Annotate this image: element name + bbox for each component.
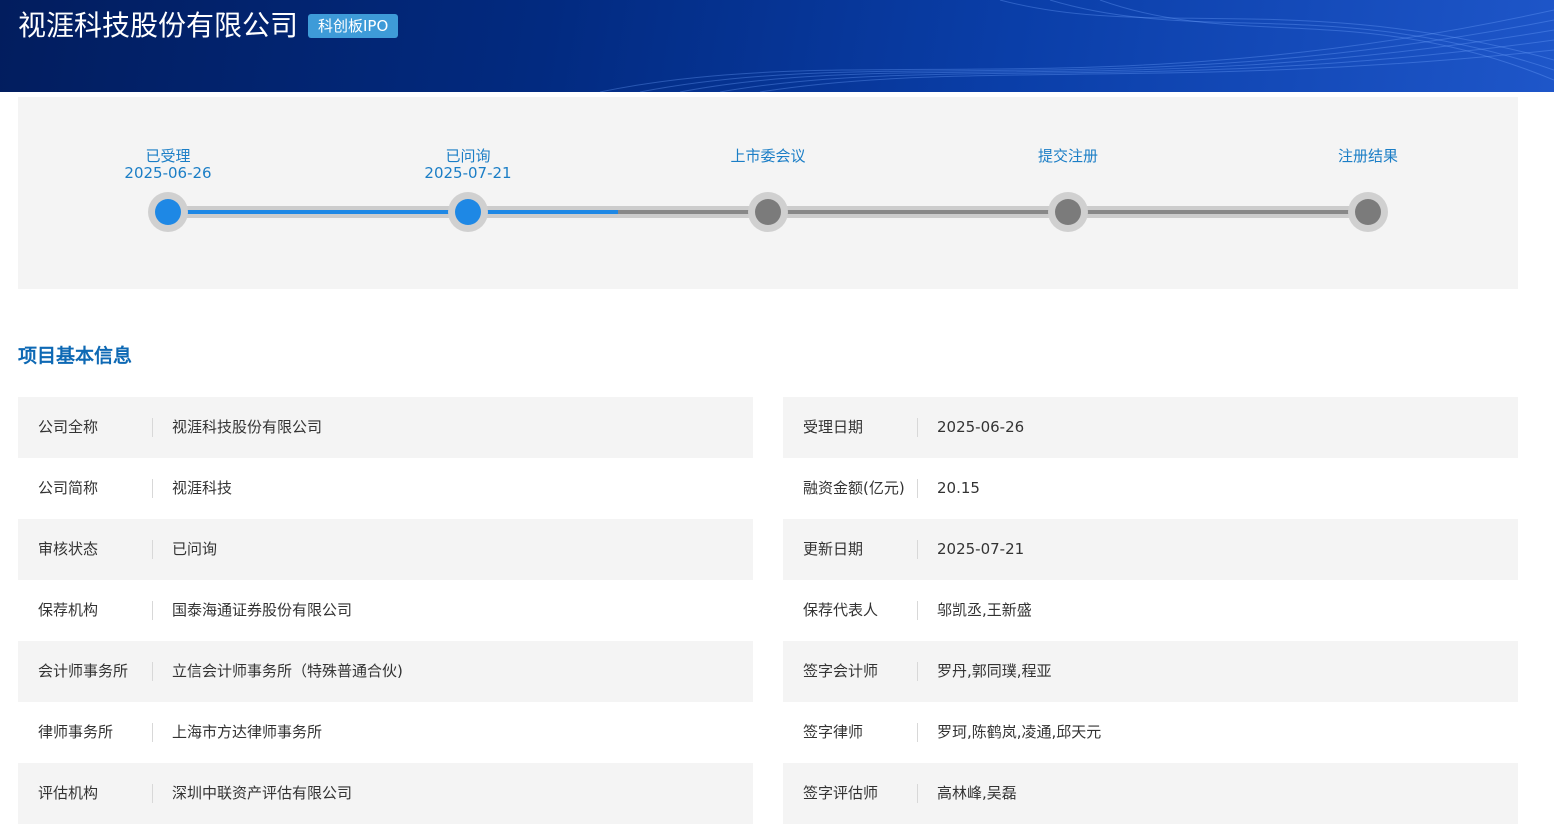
step-dot — [1348, 192, 1388, 232]
divider — [917, 601, 918, 620]
board-badge: 科创板IPO — [308, 14, 399, 38]
info-label: 审核状态 — [38, 540, 99, 558]
divider — [917, 723, 918, 742]
step-label: 已受理 — [145, 147, 191, 165]
info-value: 高林峰,吴磊 — [937, 784, 1017, 802]
info-value: 视涯科技 — [172, 479, 233, 497]
info-label: 更新日期 — [803, 540, 864, 558]
info-row: 签字评估师 高林峰,吴磊 — [783, 763, 1518, 824]
info-label: 融资金额(亿元) — [803, 479, 905, 497]
info-label: 会计师事务所 — [38, 662, 129, 680]
step-dot — [1048, 192, 1088, 232]
info-label: 签字律师 — [803, 723, 864, 741]
info-label: 公司全称 — [38, 418, 99, 436]
info-value: 已问询 — [172, 540, 218, 558]
divider — [152, 723, 153, 742]
info-label: 受理日期 — [803, 418, 864, 436]
info-column-right: 受理日期 2025-06-26 融资金额(亿元) 20.15 更新日期 2025… — [783, 397, 1518, 824]
step-dot — [748, 192, 788, 232]
info-value: 罗珂,陈鹤岚,凌通,邱天元 — [937, 723, 1102, 741]
info-row: 公司全称 视涯科技股份有限公司 — [18, 397, 753, 458]
info-row: 受理日期 2025-06-26 — [783, 397, 1518, 458]
divider — [152, 479, 153, 498]
info-value: 立信会计师事务所（特殊普通合伙) — [172, 662, 403, 680]
info-value: 2025-06-26 — [937, 418, 1025, 436]
header-banner: 视涯科技股份有限公司 科创板IPO — [0, 0, 1554, 92]
divider — [917, 784, 918, 803]
divider — [152, 784, 153, 803]
info-value: 罗丹,郭同璞,程亚 — [937, 662, 1052, 680]
info-value: 国泰海通证券股份有限公司 — [172, 601, 353, 619]
info-row: 保荐机构 国泰海通证券股份有限公司 — [18, 580, 753, 641]
info-row: 律师事务所 上海市方达律师事务所 — [18, 702, 753, 763]
divider — [152, 418, 153, 437]
info-value: 深圳中联资产评估有限公司 — [172, 784, 353, 802]
step-label: 已问询 — [445, 147, 491, 165]
info-value: 邬凯丞,王新盛 — [937, 601, 1032, 619]
info-value: 视涯科技股份有限公司 — [172, 418, 323, 436]
progress-panel: 已受理 2025-06-26 已问询 2025-07-21 上市委会议 提交注册… — [18, 97, 1518, 289]
divider — [152, 662, 153, 681]
progress-fill — [168, 210, 618, 214]
info-value: 上海市方达律师事务所 — [172, 723, 323, 741]
info-row: 保荐代表人 邬凯丞,王新盛 — [783, 580, 1518, 641]
info-row: 评估机构 深圳中联资产评估有限公司 — [18, 763, 753, 824]
info-row: 签字律师 罗珂,陈鹤岚,凌通,邱天元 — [783, 702, 1518, 763]
info-column-left: 公司全称 视涯科技股份有限公司 公司简称 视涯科技 审核状态 已问询 保荐机构 … — [18, 397, 753, 824]
info-row: 签字会计师 罗丹,郭同璞,程亚 — [783, 641, 1518, 702]
divider — [917, 662, 918, 681]
info-label: 保荐机构 — [38, 601, 99, 619]
info-label: 律师事务所 — [38, 723, 114, 741]
info-row: 公司简称 视涯科技 — [18, 458, 753, 519]
info-label: 保荐代表人 — [803, 601, 879, 619]
step-dot — [448, 192, 488, 232]
info-label: 评估机构 — [38, 784, 99, 802]
info-value: 2025-07-21 — [937, 540, 1025, 558]
divider — [917, 540, 918, 559]
step-label: 提交注册 — [1037, 147, 1098, 165]
info-row: 融资金额(亿元) 20.15 — [783, 458, 1518, 519]
section-title: 项目基本信息 — [18, 345, 133, 367]
divider — [917, 479, 918, 498]
info-row: 更新日期 2025-07-21 — [783, 519, 1518, 580]
step-label: 注册结果 — [1337, 147, 1398, 165]
step-label: 上市委会议 — [730, 147, 806, 165]
info-label: 签字评估师 — [803, 784, 879, 802]
info-label: 公司简称 — [38, 479, 99, 497]
step-dot — [148, 192, 188, 232]
info-label: 签字会计师 — [803, 662, 879, 680]
info-value: 20.15 — [937, 479, 980, 497]
info-row: 会计师事务所 立信会计师事务所（特殊普通合伙) — [18, 641, 753, 702]
step-date: 2025-06-26 — [124, 164, 212, 182]
divider — [152, 540, 153, 559]
info-row: 审核状态 已问询 — [18, 519, 753, 580]
step-date: 2025-07-21 — [424, 164, 512, 182]
divider — [152, 601, 153, 620]
divider — [917, 418, 918, 437]
company-title: 视涯科技股份有限公司 — [18, 9, 299, 42]
